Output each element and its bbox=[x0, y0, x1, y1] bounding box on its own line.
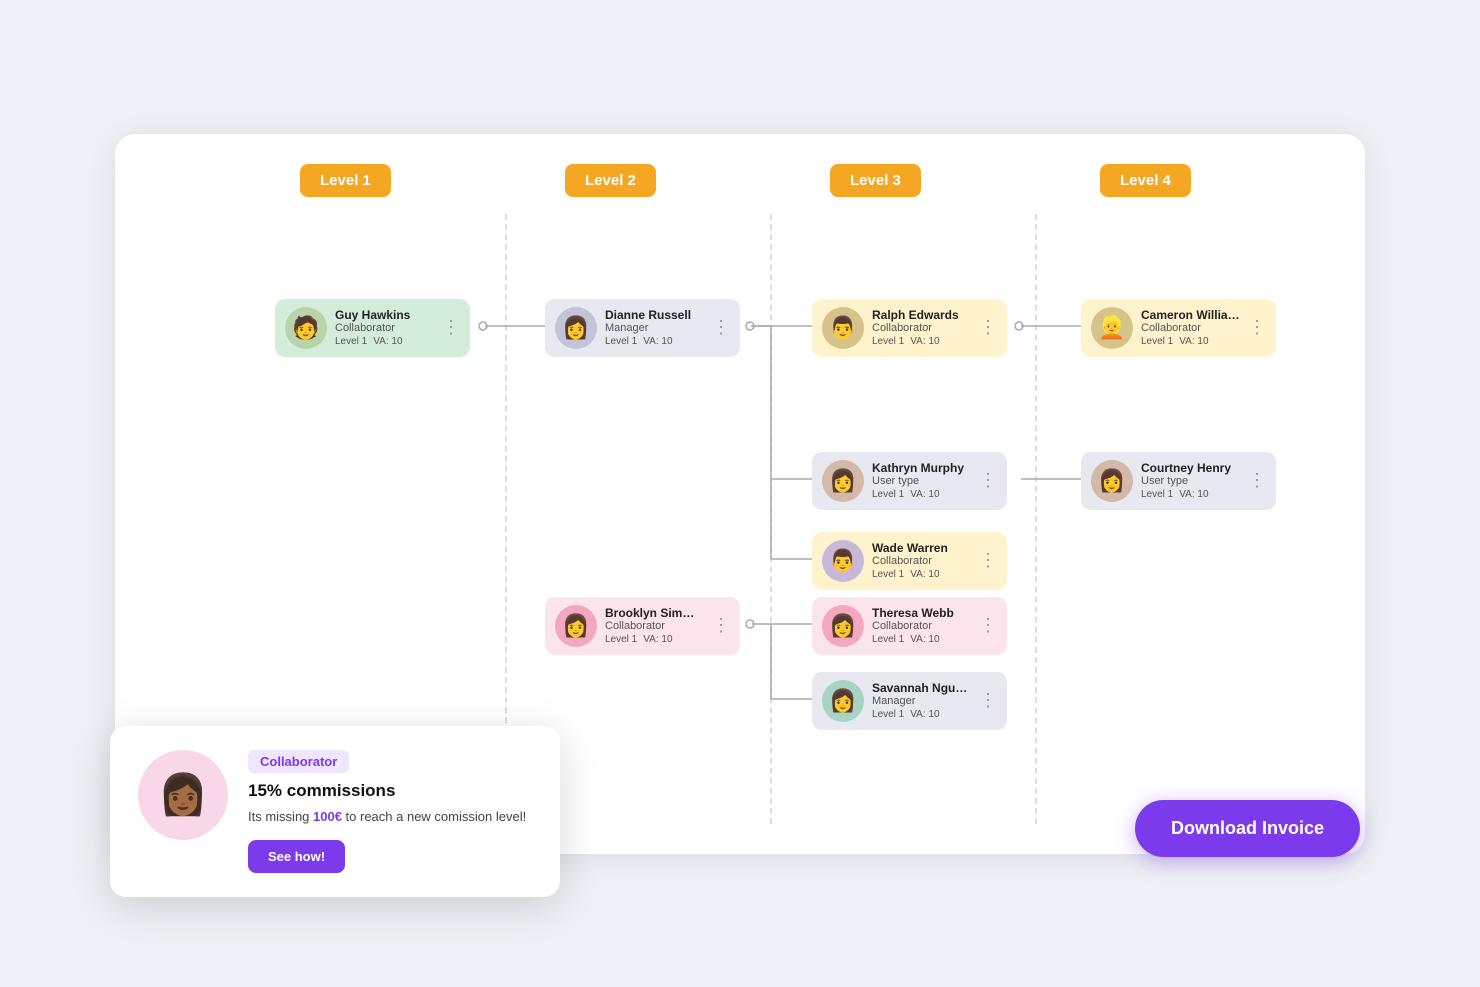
popup-desc-prefix: Its missing bbox=[248, 809, 313, 824]
menu-dots-kathryn[interactable]: ⋮ bbox=[979, 470, 997, 491]
level-theresa: Level 1 bbox=[872, 634, 904, 645]
popup-desc-suffix: to reach a new comission level! bbox=[342, 809, 526, 824]
role-cameron: Collaborator bbox=[1141, 322, 1240, 334]
va-kathryn: VA: 10 bbox=[910, 489, 939, 500]
avatar-courtney: 👩 bbox=[1091, 460, 1133, 502]
name-wade: Wade Warren bbox=[872, 541, 971, 555]
menu-dots-cameron[interactable]: ⋮ bbox=[1248, 317, 1266, 338]
name-theresa: Theresa Webb bbox=[872, 606, 971, 620]
level-cameron: Level 1 bbox=[1141, 336, 1173, 347]
avatar-theresa: 👩 bbox=[822, 605, 864, 647]
level2-badge: Level 2 bbox=[565, 164, 656, 197]
avatar-ralph: 👨 bbox=[822, 307, 864, 349]
menu-dots-brooklyn[interactable]: ⋮ bbox=[712, 615, 730, 636]
role-courtney: User type bbox=[1141, 475, 1240, 487]
node-savannah: 👩 Savannah Nguyen Manager Level 1 VA: 10… bbox=[812, 672, 1007, 730]
popup-desc: Its missing 100€ to reach a new comissio… bbox=[248, 807, 532, 827]
name-dianne: Dianne Russell bbox=[605, 308, 704, 322]
va-brooklyn: VA: 10 bbox=[643, 634, 672, 645]
name-ralph: Ralph Edwards bbox=[872, 308, 971, 322]
see-how-button[interactable]: See how! bbox=[248, 840, 345, 873]
avatar-cameron: 👱 bbox=[1091, 307, 1133, 349]
node-cameron: 👱 Cameron Williamson Collaborator Level … bbox=[1081, 299, 1276, 357]
role-guy: Collaborator bbox=[335, 322, 434, 334]
divider-3 bbox=[1035, 214, 1037, 824]
level-savannah: Level 1 bbox=[872, 709, 904, 720]
level1-badge: Level 1 bbox=[300, 164, 391, 197]
role-wade: Collaborator bbox=[872, 555, 971, 567]
node-dianne: 👩 Dianne Russell Manager Level 1 VA: 10 … bbox=[545, 299, 740, 357]
download-invoice-button[interactable]: Download Invoice bbox=[1135, 800, 1360, 857]
menu-dots-wade[interactable]: ⋮ bbox=[979, 550, 997, 571]
level-brooklyn: Level 1 bbox=[605, 634, 637, 645]
name-kathryn: Kathryn Murphy bbox=[872, 461, 971, 475]
divider-2 bbox=[770, 214, 772, 824]
role-ralph: Collaborator bbox=[872, 322, 971, 334]
level-dianne: Level 1 bbox=[605, 336, 637, 347]
level-wade: Level 1 bbox=[872, 569, 904, 580]
level3-badge: Level 3 bbox=[830, 164, 921, 197]
avatar-wade: 👨 bbox=[822, 540, 864, 582]
node-courtney: 👩 Courtney Henry User type Level 1 VA: 1… bbox=[1081, 452, 1276, 510]
node-wade: 👨 Wade Warren Collaborator Level 1 VA: 1… bbox=[812, 532, 1007, 590]
avatar-dianne: 👩 bbox=[555, 307, 597, 349]
menu-dots-guy[interactable]: ⋮ bbox=[442, 317, 460, 338]
role-dianne: Manager bbox=[605, 322, 704, 334]
role-kathryn: User type bbox=[872, 475, 971, 487]
va-ralph: VA: 10 bbox=[910, 336, 939, 347]
node-ralph: 👨 Ralph Edwards Collaborator Level 1 VA:… bbox=[812, 299, 1007, 357]
level-guy: Level 1 bbox=[335, 336, 367, 347]
avatar-kathryn: 👩 bbox=[822, 460, 864, 502]
va-dianne: VA: 10 bbox=[643, 336, 672, 347]
level4-badge: Level 4 bbox=[1100, 164, 1191, 197]
va-cameron: VA: 10 bbox=[1179, 336, 1208, 347]
popup-title: 15% commissions bbox=[248, 781, 532, 801]
va-savannah: VA: 10 bbox=[910, 709, 939, 720]
node-theresa: 👩 Theresa Webb Collaborator Level 1 VA: … bbox=[812, 597, 1007, 655]
popup-amount: 100€ bbox=[313, 809, 342, 824]
name-guy: Guy Hawkins bbox=[335, 308, 434, 322]
popup-avatar: 👩🏾 bbox=[138, 750, 228, 840]
node-guy: 🧑 Guy Hawkins Collaborator Level 1 VA: 1… bbox=[275, 299, 470, 357]
va-wade: VA: 10 bbox=[910, 569, 939, 580]
va-theresa: VA: 10 bbox=[910, 634, 939, 645]
menu-dots-savannah[interactable]: ⋮ bbox=[979, 690, 997, 711]
node-kathryn: 👩 Kathryn Murphy User type Level 1 VA: 1… bbox=[812, 452, 1007, 510]
va-guy: VA: 10 bbox=[373, 336, 402, 347]
name-brooklyn: Brooklyn Simmons bbox=[605, 606, 704, 620]
role-savannah: Manager bbox=[872, 695, 971, 707]
level-ralph: Level 1 bbox=[872, 336, 904, 347]
level-kathryn: Level 1 bbox=[872, 489, 904, 500]
menu-dots-courtney[interactable]: ⋮ bbox=[1248, 470, 1266, 491]
avatar-brooklyn: 👩 bbox=[555, 605, 597, 647]
va-courtney: VA: 10 bbox=[1179, 489, 1208, 500]
node-brooklyn: 👩 Brooklyn Simmons Collaborator Level 1 … bbox=[545, 597, 740, 655]
menu-dots-ralph[interactable]: ⋮ bbox=[979, 317, 997, 338]
popup-badge: Collaborator bbox=[248, 750, 349, 773]
level-courtney: Level 1 bbox=[1141, 489, 1173, 500]
avatar-savannah: 👩 bbox=[822, 680, 864, 722]
name-cameron: Cameron Williamson bbox=[1141, 308, 1240, 322]
popup-card: 👩🏾 Collaborator 15% commissions Its miss… bbox=[110, 726, 560, 898]
role-brooklyn: Collaborator bbox=[605, 620, 704, 632]
name-courtney: Courtney Henry bbox=[1141, 461, 1240, 475]
avatar-guy: 🧑 bbox=[285, 307, 327, 349]
menu-dots-theresa[interactable]: ⋮ bbox=[979, 615, 997, 636]
role-theresa: Collaborator bbox=[872, 620, 971, 632]
menu-dots-dianne[interactable]: ⋮ bbox=[712, 317, 730, 338]
name-savannah: Savannah Nguyen bbox=[872, 681, 971, 695]
